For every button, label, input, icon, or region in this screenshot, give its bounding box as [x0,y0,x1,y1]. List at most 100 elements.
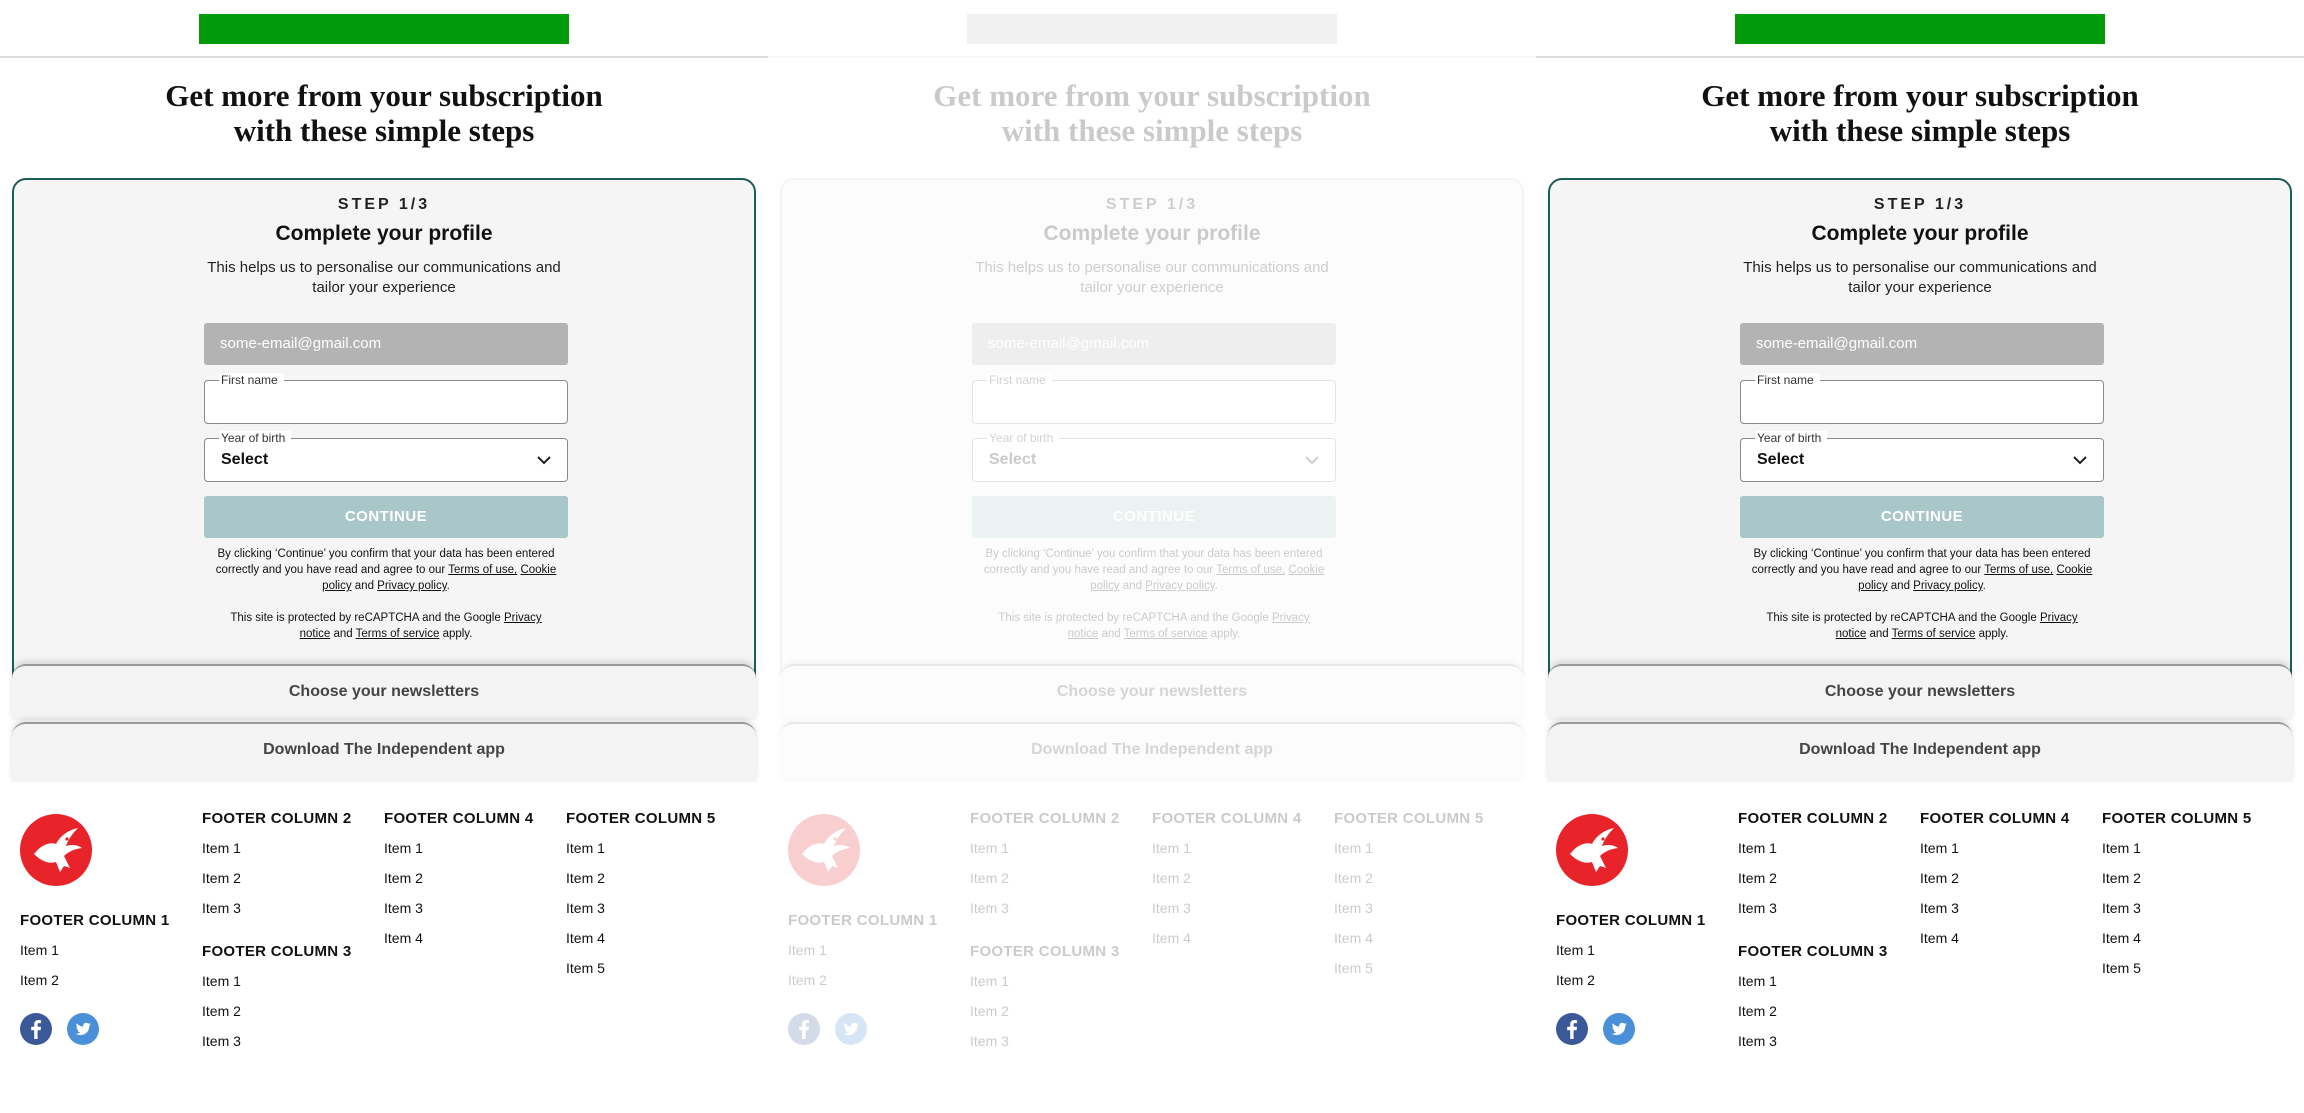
continue-button[interactable]: CONTINUE [972,496,1336,538]
footer-column-title: FOOTER COLUMN 3 [1738,943,1888,960]
first-name-field[interactable]: First name [972,373,1336,424]
footer-link[interactable]: Item 4 [566,929,716,959]
footer-link[interactable]: Item 3 [1334,899,1484,929]
footer-link[interactable]: Item 3 [970,899,1120,929]
facebook-icon[interactable] [1556,1013,1588,1045]
footer-link[interactable]: Item 3 [202,1032,352,1062]
footer-link[interactable]: Item 5 [1334,959,1484,989]
footer-column-title: FOOTER COLUMN 5 [566,810,716,827]
headline-line-2: with these simple steps [1769,113,2071,148]
footer-link[interactable]: Item 3 [2102,899,2252,929]
first-name-field[interactable]: First name [204,373,568,424]
footer-link[interactable]: Item 3 [566,899,716,929]
top-bar [0,0,768,58]
continue-button[interactable]: CONTINUE [204,496,568,538]
footer-link[interactable]: Item 3 [202,899,352,929]
footer-link[interactable]: Item 4 [2102,929,2252,959]
terms-of-use-link[interactable]: Terms of use, [1216,564,1285,576]
footer-link[interactable]: Item 1 [384,839,534,869]
footer-link[interactable]: Item 2 [1920,869,2070,899]
terms-of-service-link[interactable]: Terms of service [356,628,440,640]
footer-link[interactable]: Item 4 [1920,929,2070,959]
footer-link[interactable]: Item 3 [970,1032,1120,1062]
footer-link[interactable]: Item 1 [202,839,352,869]
footer-link[interactable]: Item 1 [2102,839,2252,869]
footer-link[interactable]: Item 1 [1556,941,1706,971]
footer-link[interactable]: Item 2 [202,869,352,899]
footer-link[interactable]: Item 2 [1738,1002,1888,1032]
newsletters-accordion[interactable]: Choose your newsletters [12,664,756,720]
twitter-icon[interactable] [67,1013,99,1045]
facebook-icon[interactable] [788,1013,820,1045]
footer-link[interactable]: Item 3 [384,899,534,929]
newsletters-accordion[interactable]: Choose your newsletters [780,664,1524,720]
app-download-accordion[interactable]: Download The Independent app [1548,722,2292,782]
footer-column-5: FOOTER COLUMN 5 Item 1 Item 2 Item 3 Ite… [2102,810,2252,989]
footer-link[interactable]: Item 1 [1152,839,1302,869]
footer-link[interactable]: Item 1 [970,972,1120,1002]
footer-link[interactable]: Item 1 [1920,839,2070,869]
recaptcha-text: This site is protected by reCAPTCHA and … [987,610,1321,642]
footer-link[interactable]: Item 4 [1334,929,1484,959]
footer-link[interactable]: Item 2 [970,869,1120,899]
footer-link[interactable]: Item 3 [1738,899,1888,929]
year-of-birth-select[interactable]: Year of birth Select [1740,431,2104,482]
footer-link[interactable]: Item 4 [1152,929,1302,959]
top-bar [768,0,1536,58]
card-title: Complete your profile [1811,222,2029,245]
terms-of-use-link[interactable]: Terms of use, [448,564,517,576]
footer-link[interactable]: Item 2 [1152,869,1302,899]
app-download-accordion[interactable]: Download The Independent app [12,722,756,782]
footer-column-title: FOOTER COLUMN 4 [1152,810,1302,827]
footer-link[interactable]: Item 2 [1334,869,1484,899]
footer-link[interactable]: Item 2 [202,1002,352,1032]
privacy-policy-link[interactable]: Privacy policy [1145,580,1214,592]
facebook-icon[interactable] [20,1013,52,1045]
footer-link[interactable]: Item 5 [566,959,716,989]
terms-of-service-link[interactable]: Terms of service [1124,628,1208,640]
footer-link[interactable]: Item 2 [970,1002,1120,1032]
footer-link[interactable]: Item 1 [1738,972,1888,1002]
footer-link[interactable]: Item 1 [1334,839,1484,869]
footer-link[interactable]: Item 1 [970,839,1120,869]
top-bar [1536,0,2304,58]
footer-link[interactable]: Item 2 [2102,869,2252,899]
footer-link[interactable]: Item 2 [788,971,938,1001]
eagle-logo-icon[interactable] [1556,814,1628,886]
footer-link[interactable]: Item 4 [384,929,534,959]
footer-link[interactable]: Item 2 [1738,869,1888,899]
signup-panel-1: Get more from your subscription with the… [0,0,768,1113]
continue-button[interactable]: CONTINUE [1740,496,2104,538]
twitter-icon[interactable] [1603,1013,1635,1045]
legal-consent-text: By clicking ‘Continue’ you confirm that … [204,546,568,594]
footer-link[interactable]: Item 2 [20,971,170,1001]
newsletters-accordion[interactable]: Choose your newsletters [1548,664,2292,720]
first-name-field[interactable]: First name [1740,373,2104,424]
footer-column-1: FOOTER COLUMN 1 Item 1 Item 2 [788,912,938,1001]
footer-link[interactable]: Item 5 [2102,959,2252,989]
terms-of-use-link[interactable]: Terms of use, [1984,564,2053,576]
headline-line-1: Get more from your subscription [1701,78,2139,113]
privacy-policy-link[interactable]: Privacy policy [377,580,446,592]
year-of-birth-select[interactable]: Year of birth Select [972,431,1336,482]
year-of-birth-label: Year of birth [987,431,1060,445]
year-of-birth-value: Select [989,451,1037,468]
footer-link[interactable]: Item 1 [788,941,938,971]
privacy-policy-link[interactable]: Privacy policy [1913,580,1982,592]
footer-link[interactable]: Item 2 [384,869,534,899]
footer-link[interactable]: Item 1 [20,941,170,971]
footer-link[interactable]: Item 1 [566,839,716,869]
footer-link[interactable]: Item 3 [1738,1032,1888,1062]
footer-link[interactable]: Item 3 [1152,899,1302,929]
terms-of-service-link[interactable]: Terms of service [1892,628,1976,640]
footer-link[interactable]: Item 2 [1556,971,1706,1001]
eagle-logo-icon[interactable] [788,814,860,886]
footer-link[interactable]: Item 3 [1920,899,2070,929]
year-of-birth-select[interactable]: Year of birth Select [204,431,568,482]
app-download-accordion[interactable]: Download The Independent app [780,722,1524,782]
footer-link[interactable]: Item 1 [202,972,352,1002]
footer-link[interactable]: Item 1 [1738,839,1888,869]
footer-link[interactable]: Item 2 [566,869,716,899]
eagle-logo-icon[interactable] [20,814,92,886]
twitter-icon[interactable] [835,1013,867,1045]
